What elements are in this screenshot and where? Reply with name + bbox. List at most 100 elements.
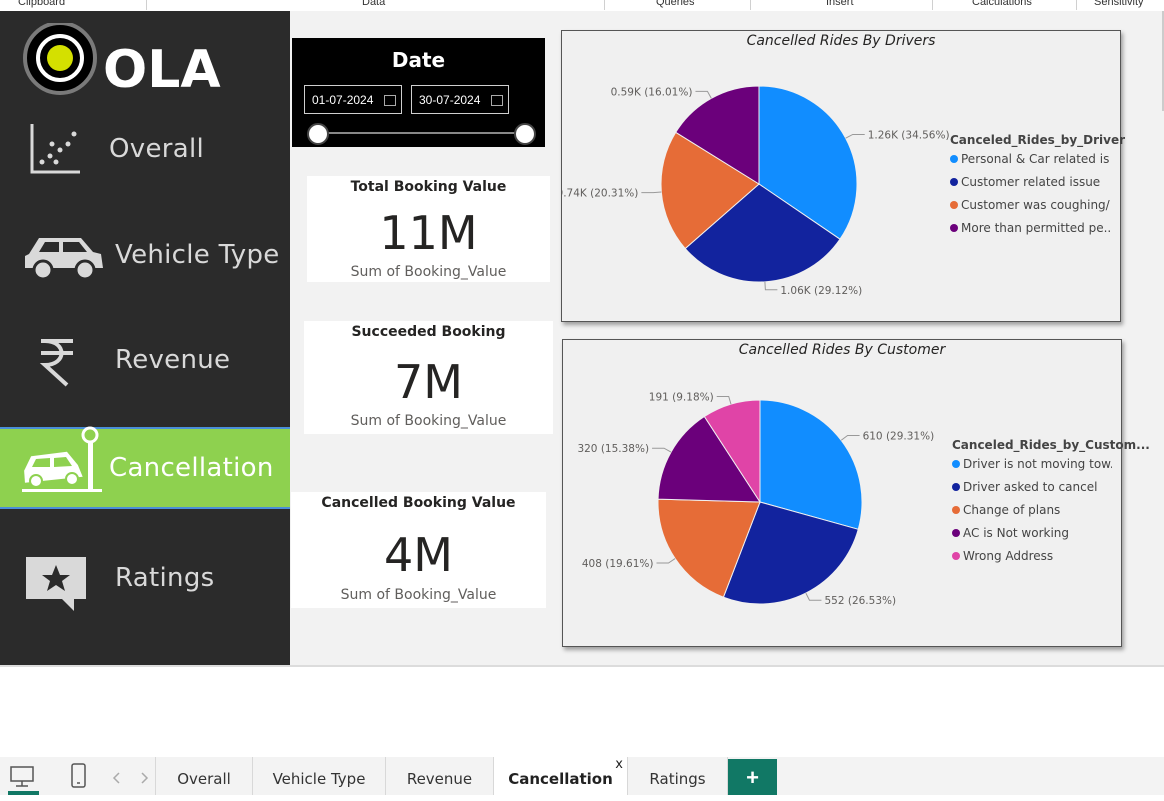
legend-label: Customer was coughing/...	[961, 198, 1110, 212]
legend-item[interactable]: AC is Not working	[952, 526, 1112, 549]
scroll-left-icon[interactable]	[112, 772, 122, 784]
data-label: 1.06K (29.12%)	[780, 285, 862, 297]
end-date-input[interactable]: 30-07-2024	[411, 85, 509, 114]
star-comment-icon	[26, 557, 86, 611]
calendar-icon[interactable]	[491, 95, 503, 106]
legend-item[interactable]: Customer was coughing/...	[950, 198, 1110, 221]
card-subtitle: Sum of Booking_Value	[350, 413, 507, 429]
legend-item[interactable]: Change of plans	[952, 503, 1112, 526]
nav-label-vehicle-type: Vehicle Type	[115, 240, 280, 270]
data-label-leader	[641, 191, 662, 194]
legend-label: More than permitted pe...	[961, 221, 1110, 235]
legend-item[interactable]: Personal & Car related is...	[950, 152, 1110, 175]
scatter-chart-icon	[30, 124, 80, 174]
desktop-view-icon[interactable]	[9, 765, 37, 789]
legend-item[interactable]: More than permitted pe...	[950, 221, 1110, 244]
nav-item-overall[interactable]: Overall	[0, 114, 290, 194]
legend-marker	[952, 529, 960, 537]
chart-legend: Canceled_Rides_by_Driver Personal & Car …	[950, 133, 1125, 244]
card-subtitle: Sum of Booking_Value	[340, 587, 497, 603]
nav-item-vehicle-type[interactable]: Vehicle Type	[0, 218, 290, 298]
legend-marker	[952, 552, 960, 560]
tab-label-cancellation: Cancellation	[508, 770, 613, 788]
legend-title: Canceled_Rides_by_Driver	[950, 133, 1126, 147]
drivers-pie-chart-visual[interactable]: Cancelled Rides By Drivers 1.26K (34.56%…	[561, 30, 1125, 322]
scroll-right-icon[interactable]	[139, 772, 149, 784]
card-subtitle: Sum of Booking_Value	[350, 264, 507, 280]
data-label-leader	[716, 396, 732, 405]
mobile-view-icon[interactable]	[69, 763, 89, 789]
legend-label: Wrong Address	[963, 549, 1054, 563]
tab-cancellation[interactable]: Cancellation x	[494, 757, 628, 795]
start-range-handle[interactable]	[307, 123, 329, 145]
data-label-leader	[695, 90, 712, 99]
succeeded-booking-card: Succeeded Booking 7M Sum of Booking_Valu…	[304, 321, 553, 434]
card-title: Total Booking Value	[350, 179, 507, 195]
data-label: 0.59K (16.01%)	[611, 86, 693, 98]
legend-marker	[952, 506, 960, 514]
legend-marker	[952, 460, 960, 468]
legend-item[interactable]: Customer related issue	[950, 175, 1110, 198]
nav-label-ratings: Ratings	[115, 563, 215, 593]
data-label: 1.26K (34.56%)	[868, 129, 950, 141]
tab-revenue[interactable]: Revenue	[386, 757, 494, 795]
customer-pie-chart-visual[interactable]: Cancelled Rides By Customer 610 (29.31%)…	[562, 339, 1150, 647]
nav-item-cancellation[interactable]: Cancellation	[0, 426, 290, 509]
data-label-leader	[840, 434, 860, 441]
data-label: 191 (9.18%)	[649, 392, 714, 404]
tab-ratings[interactable]: Ratings	[628, 757, 728, 795]
ribbon-group-insert: Insert	[826, 0, 854, 8]
legend-marker	[950, 155, 958, 163]
ribbon-group-queries: Queries	[656, 0, 695, 8]
rupee-icon	[39, 339, 73, 387]
tab-close-icon[interactable]: x	[615, 743, 623, 787]
ola-logo: OLA	[20, 21, 230, 103]
legend-label: AC is Not working	[963, 526, 1070, 540]
data-label: 610 (29.31%)	[863, 430, 935, 442]
data-label: 320 (15.38%)	[577, 443, 649, 455]
data-label: 552 (26.53%)	[824, 595, 896, 607]
legend-label: Personal & Car related is...	[961, 152, 1110, 166]
cancelled-booking-card: Cancelled Booking Value 4M Sum of Bookin…	[291, 492, 546, 608]
data-label-leader	[764, 281, 778, 291]
legend-title: Canceled_Rides_by_Custom...	[952, 438, 1150, 452]
end-range-handle[interactable]	[514, 123, 536, 145]
data-label: 0.74K (20.31%)	[562, 188, 638, 200]
legend-label: Change of plans	[963, 503, 1061, 517]
legend-marker	[952, 483, 960, 491]
ribbon-group-calculations: Calculations	[972, 0, 1032, 8]
nav-item-ratings[interactable]: Ratings	[0, 541, 290, 621]
legend-item[interactable]: Wrong Address	[952, 549, 1112, 572]
start-date-value: 01-07-2024	[312, 93, 374, 107]
card-title: Succeeded Booking	[351, 324, 506, 340]
tab-vehicle-type[interactable]: Vehicle Type	[253, 757, 386, 795]
data-label-leader	[805, 592, 822, 601]
legend-label: Customer related issue	[961, 175, 1101, 189]
calendar-icon[interactable]	[384, 95, 396, 106]
card-value: 4M	[384, 528, 453, 582]
date-range-track[interactable]	[318, 132, 526, 134]
car-crash-icon	[22, 426, 102, 492]
legend-item[interactable]: Driver asked to cancel	[952, 480, 1112, 503]
data-label: 408 (19.61%)	[582, 558, 654, 570]
tab-overall[interactable]: Overall	[156, 757, 253, 795]
active-view-indicator	[8, 791, 39, 795]
data-label-leader	[652, 447, 672, 453]
nav-item-revenue[interactable]: Revenue	[0, 323, 290, 403]
navigation-sidebar: OLA Overall Vehicle Type Revenue Cancell…	[0, 11, 290, 665]
brand-name: OLA	[103, 40, 221, 100]
nav-label-overall: Overall	[109, 134, 205, 164]
end-date-value: 30-07-2024	[419, 93, 481, 107]
legend-marker	[950, 201, 958, 209]
add-page-button[interactable]: +	[728, 759, 777, 795]
ribbon-group-sensitivity: Sensitivity	[1094, 0, 1144, 8]
legend-item[interactable]: Driver is not moving tow...	[952, 457, 1112, 480]
ribbon-group-clipboard: Clipboard	[18, 0, 66, 8]
card-title: Cancelled Booking Value	[321, 495, 516, 511]
total-booking-card: Total Booking Value 11M Sum of Booking_V…	[307, 176, 550, 282]
data-label-leader	[656, 558, 676, 564]
start-date-input[interactable]: 01-07-2024	[304, 85, 402, 114]
legend-marker	[950, 178, 958, 186]
legend-label: Driver asked to cancel	[963, 480, 1098, 494]
nav-label-revenue: Revenue	[115, 345, 231, 375]
